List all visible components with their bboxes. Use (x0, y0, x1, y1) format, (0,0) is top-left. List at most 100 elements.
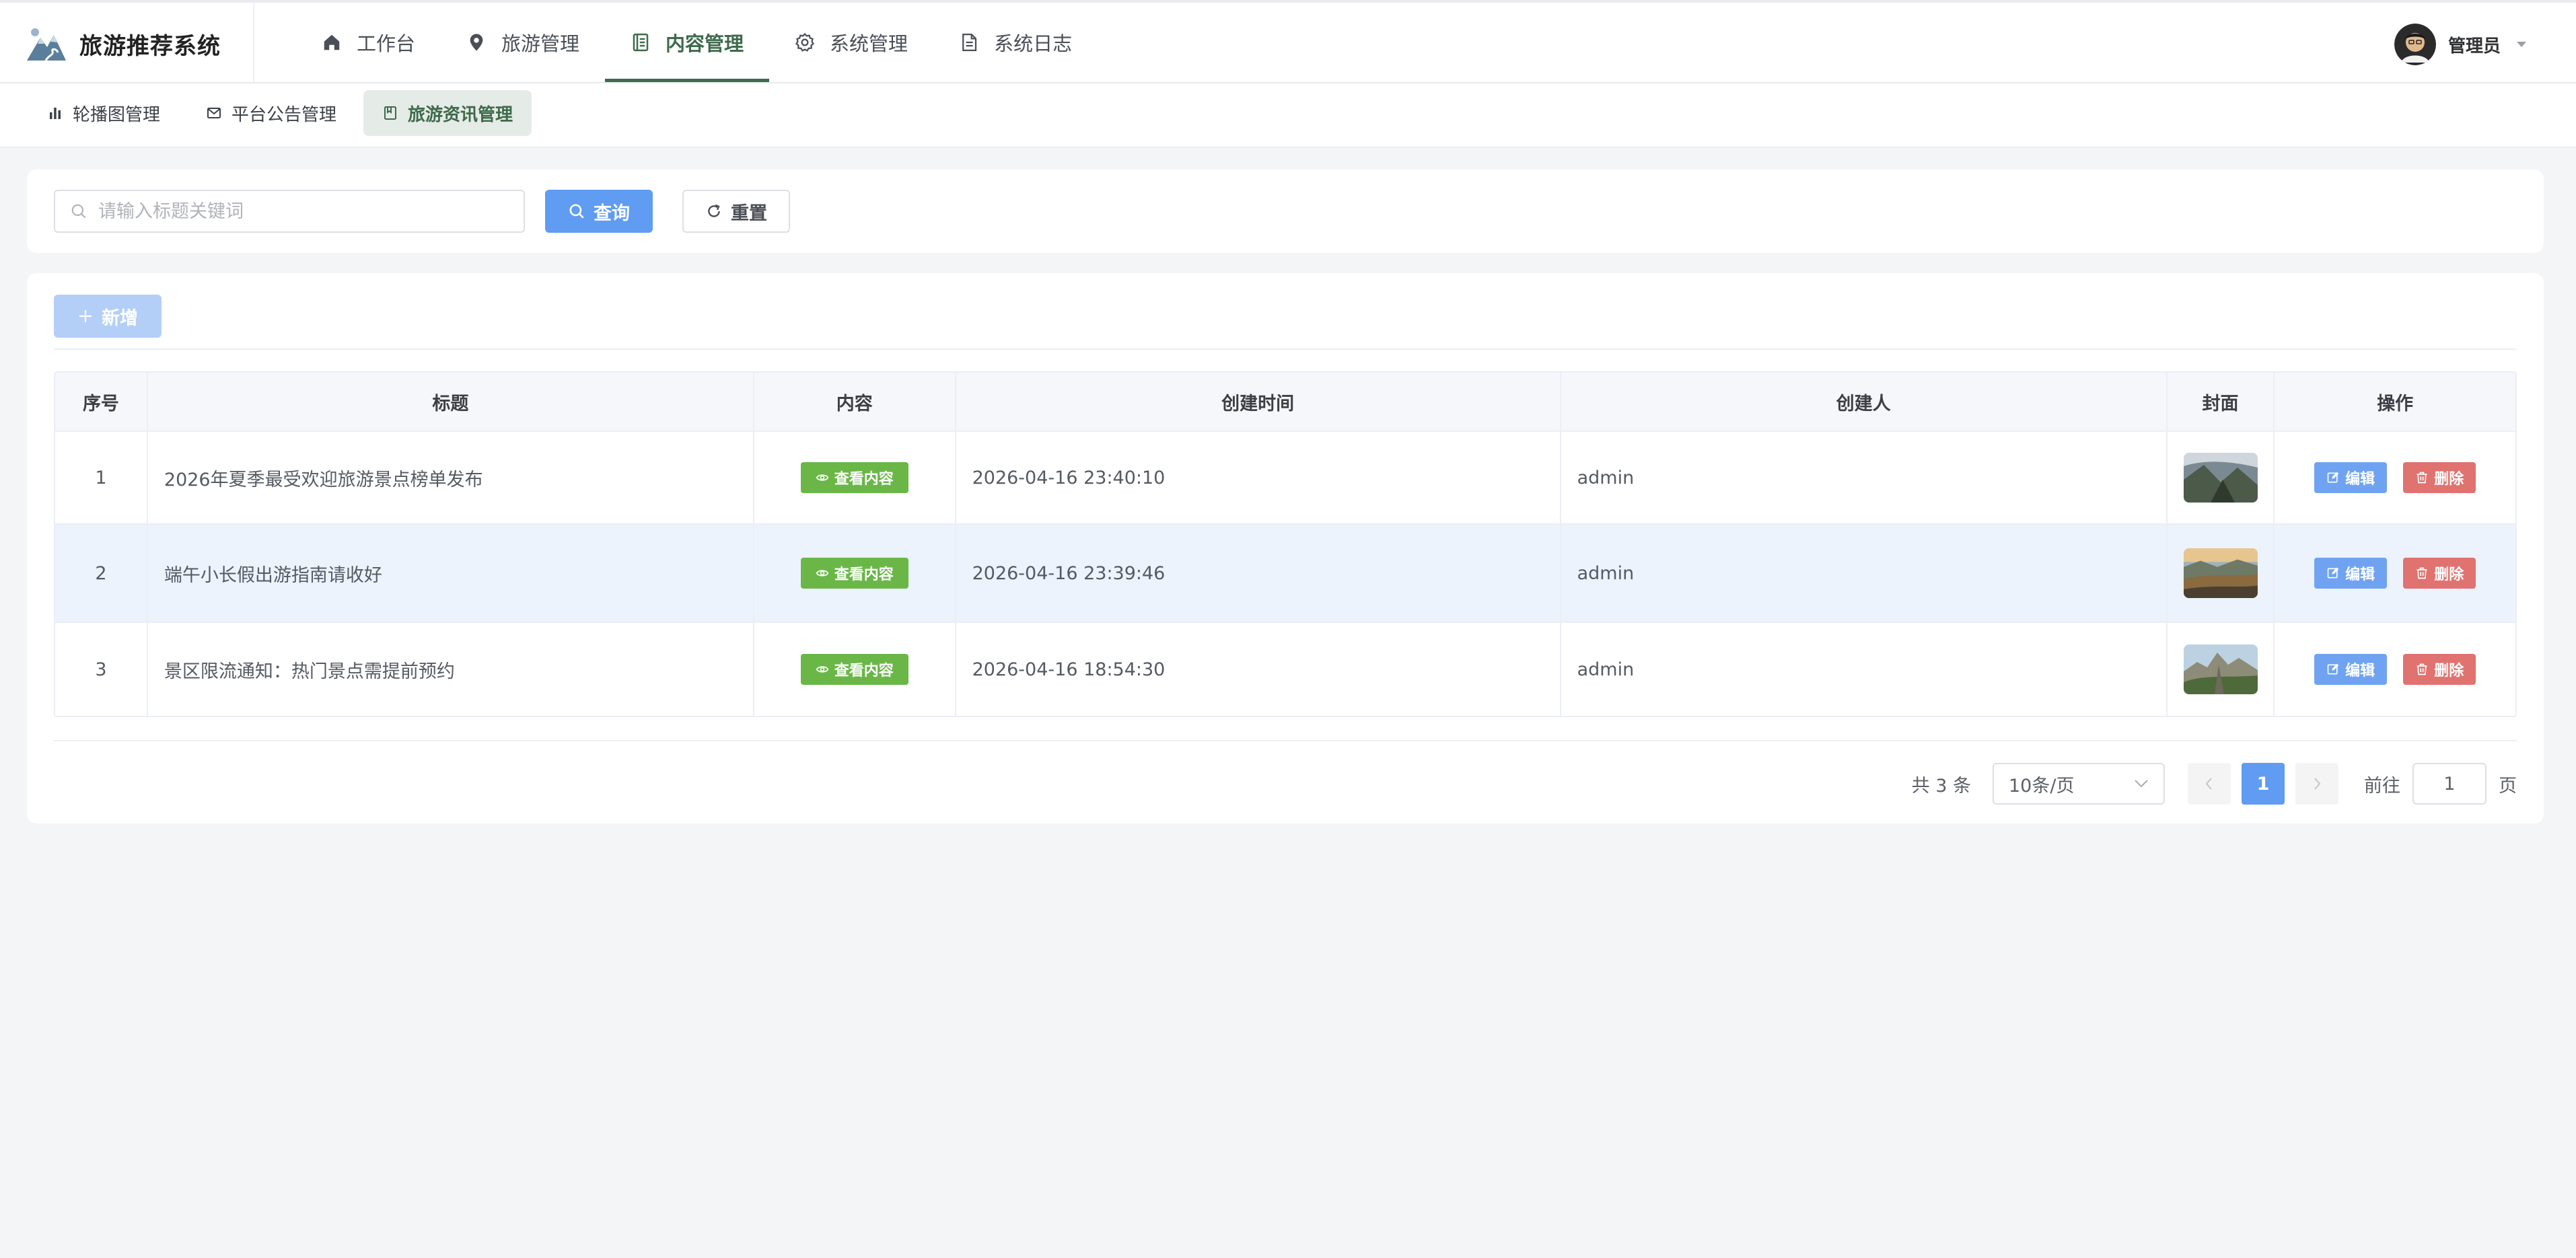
gear-icon (795, 32, 815, 52)
mountain-logo-icon (27, 28, 66, 61)
delete-button[interactable]: 删除 (2403, 462, 2476, 493)
column-header-index: 序号 (55, 373, 148, 431)
row-actions: 编辑 删除 (2275, 432, 2515, 523)
sub-tab-bar: 轮播图管理 平台公告管理 旅游资讯管理 (0, 83, 2576, 148)
edit-button[interactable]: 编辑 (2314, 462, 2388, 493)
edit-button[interactable]: 编辑 (2314, 654, 2388, 685)
delete-label: 删除 (2434, 663, 2464, 679)
delete-button[interactable]: 删除 (2403, 654, 2476, 685)
table-row[interactable]: 3 景区限流通知：热门景点需提前预约 查看内容 2026-04-16 18:54… (55, 623, 2515, 716)
edit-label: 编辑 (2345, 566, 2375, 583)
table-row[interactable]: 1 2026年夏季最受欢迎旅游景点榜单发布 查看内容 2026-04-16 23… (55, 432, 2515, 525)
eye-icon (816, 570, 829, 577)
row-cover (2168, 432, 2275, 523)
row-cover (2168, 525, 2275, 622)
plus-icon (79, 310, 92, 322)
document-icon (633, 33, 649, 52)
tab-label: 轮播图管理 (73, 104, 161, 125)
page-size-select[interactable]: 10条/页 (1993, 763, 2165, 805)
search-icon (569, 204, 584, 219)
prev-page-button[interactable] (2188, 763, 2231, 805)
bar-chart-icon (50, 108, 61, 119)
goto-page-input[interactable] (2412, 763, 2486, 805)
table-row[interactable]: 2 端午小长假出游指南请收好 查看内容 2026-04-16 23:39:46 … (55, 525, 2515, 623)
reset-button[interactable]: 重置 (682, 190, 790, 233)
reset-button-label: 重置 (731, 202, 767, 224)
view-content-label: 查看内容 (834, 566, 894, 583)
next-page-button[interactable] (2295, 763, 2338, 805)
edit-label: 编辑 (2345, 471, 2375, 488)
cover-thumbnail[interactable] (2183, 644, 2258, 694)
sub-tabs: 轮播图管理 平台公告管理 旅游资讯管理 (28, 90, 540, 136)
view-content-button[interactable]: 查看内容 (800, 558, 908, 589)
nav-item-system[interactable]: 系统管理 (769, 3, 933, 82)
row-index: 1 (55, 432, 148, 523)
user-menu[interactable]: 管理员 (2394, 23, 2528, 66)
mail-icon (207, 108, 221, 118)
page-number-current[interactable]: 1 (2242, 763, 2285, 805)
edit-button[interactable]: 编辑 (2314, 558, 2388, 589)
nav-item-label: 系统管理 (830, 32, 908, 55)
trash-icon (2417, 567, 2427, 579)
nav-item-content[interactable]: 内容管理 (605, 3, 770, 82)
nav-item-label: 系统日志 (994, 32, 1073, 55)
row-actions: 编辑 删除 (2275, 623, 2515, 716)
page-size-value: 10条/页 (2009, 775, 2075, 797)
row-actions: 编辑 删除 (2275, 525, 2515, 622)
query-button-label: 查询 (594, 202, 630, 224)
cover-thumbnail[interactable] (2183, 453, 2258, 503)
edit-icon (2327, 663, 2339, 675)
nav-item-logs[interactable]: 系统日志 (933, 3, 1098, 82)
refresh-icon (708, 204, 720, 217)
nav-item-travel[interactable]: 旅游管理 (441, 3, 605, 82)
column-header-created-at: 创建时间 (956, 373, 1561, 431)
log-file-icon (962, 34, 977, 51)
user-name: 管理员 (2447, 36, 2501, 57)
chevron-right-icon (2314, 778, 2321, 790)
row-content: 查看内容 (754, 525, 956, 622)
add-button[interactable]: 新增 (54, 295, 162, 338)
row-creator: admin (1561, 525, 2168, 622)
notebook-icon (384, 106, 397, 120)
tab-travel-news[interactable]: 旅游资讯管理 (363, 90, 532, 136)
column-header-cover: 封面 (2168, 373, 2275, 431)
row-index: 3 (55, 623, 148, 716)
tab-carousel[interactable]: 轮播图管理 (28, 90, 179, 136)
add-button-label: 新增 (102, 307, 138, 329)
pagination: 共 3 条 10条/页 1 前往 页 (1912, 763, 2517, 805)
edit-icon (2327, 472, 2339, 483)
view-content-label: 查看内容 (834, 471, 894, 488)
row-title: 景区限流通知：热门景点需提前预约 (148, 623, 754, 716)
view-content-button[interactable]: 查看内容 (800, 654, 908, 685)
delete-button[interactable]: 删除 (2403, 558, 2476, 589)
brand[interactable]: 旅游推荐系统 (26, 22, 221, 66)
chevron-down-icon (2135, 780, 2148, 788)
app-title: 旅游推荐系统 (79, 32, 221, 60)
table-panel: 新增 序号 标题 内容 创建时间 创建人 封面 操作 1 2026年夏季最受欢迎… (27, 273, 2544, 823)
top-header: 旅游推荐系统 工作台 旅游管理 内容管理 系统管理 系统日志 管理员 (0, 0, 2576, 83)
tab-label: 平台公告管理 (231, 104, 337, 125)
edit-label: 编辑 (2345, 663, 2375, 679)
home-icon (324, 34, 340, 50)
nav-item-label: 旅游管理 (501, 32, 580, 55)
nav-item-workbench[interactable]: 工作台 (296, 3, 441, 82)
view-content-label: 查看内容 (834, 663, 894, 679)
tab-announcements[interactable]: 平台公告管理 (187, 90, 355, 136)
delete-label: 删除 (2434, 471, 2464, 488)
query-button[interactable]: 查询 (545, 190, 653, 233)
row-created-at: 2026-04-16 18:54:30 (956, 623, 1561, 716)
row-creator: admin (1561, 432, 2168, 523)
row-cover (2168, 623, 2275, 716)
edit-icon (2327, 567, 2339, 579)
pagination-divider (54, 740, 2517, 741)
cover-thumbnail[interactable] (2183, 548, 2258, 598)
row-created-at: 2026-04-16 23:39:46 (956, 525, 1561, 622)
view-content-button[interactable]: 查看内容 (800, 462, 908, 493)
search-box[interactable] (54, 190, 525, 233)
delete-label: 删除 (2434, 566, 2464, 583)
trash-icon (2417, 472, 2427, 484)
avatar (2394, 24, 2436, 65)
nav-item-label: 工作台 (357, 32, 416, 55)
goto-label: 前往 (2364, 775, 2400, 797)
search-input[interactable] (98, 200, 502, 222)
